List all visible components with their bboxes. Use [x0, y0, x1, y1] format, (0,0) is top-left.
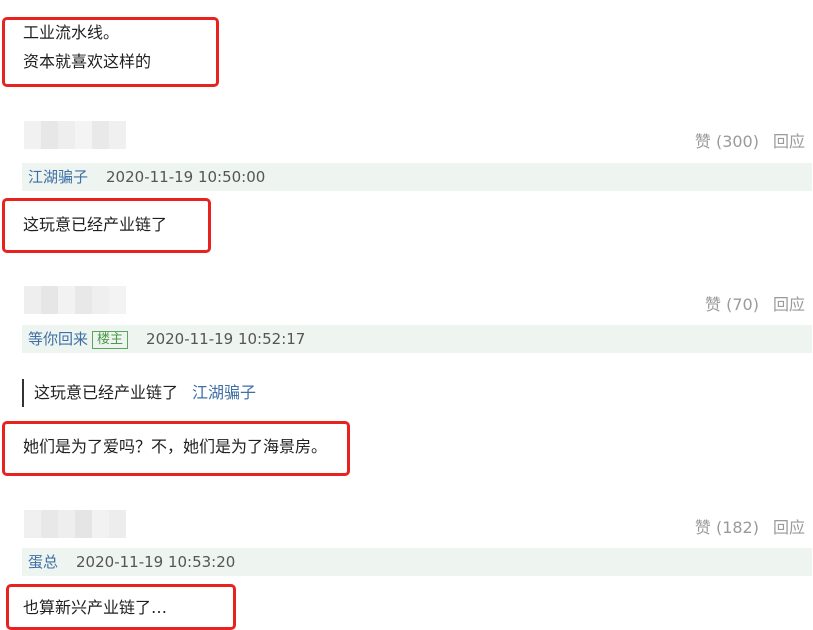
like-button[interactable]: 赞 (300): [695, 132, 759, 151]
quoted-username-link[interactable]: 江湖骗子: [192, 383, 256, 402]
comment-actions: 赞 (70) 回应: [691, 291, 805, 315]
comment-meta-bar: 江湖骗子 2020-11-19 10:50:00: [22, 163, 812, 191]
avatar-blurred: [24, 286, 126, 314]
comment-text-line: 工业流水线。: [23, 23, 120, 42]
comment-meta-bar: 蛋总 2020-11-19 10:53:20: [22, 548, 812, 576]
comment-text: 她们是为了爱吗？不，她们是为了海景房。: [23, 437, 328, 456]
timestamp: 2020-11-19 10:53:20: [76, 553, 236, 571]
quoted-text: 这玩意已经产业链了: [34, 383, 179, 402]
comment-actions: 赞 (300) 回应: [681, 128, 805, 152]
username-link[interactable]: 等你回来: [28, 330, 88, 348]
timestamp: 2020-11-19 10:50:00: [106, 168, 266, 186]
username-link[interactable]: 江湖骗子: [28, 168, 88, 186]
reply-button[interactable]: 回应: [773, 518, 805, 537]
comment-text: 也算新兴产业链了…: [23, 598, 168, 617]
comment-meta-bar: 等你回来 楼主 2020-11-19 10:52:17: [22, 325, 812, 353]
like-button[interactable]: 赞 (182): [695, 518, 759, 537]
op-badge: 楼主: [92, 331, 129, 349]
avatar-blurred: [24, 510, 126, 538]
timestamp: 2020-11-19 10:52:17: [146, 330, 306, 348]
comment-text: 这玩意已经产业链了: [23, 215, 168, 234]
quoted-reply: 这玩意已经产业链了 江湖骗子: [22, 379, 256, 407]
username-link[interactable]: 蛋总: [28, 553, 58, 571]
reply-button[interactable]: 回应: [773, 295, 805, 314]
comment-actions: 赞 (182) 回应: [681, 514, 805, 538]
reply-button[interactable]: 回应: [773, 132, 805, 151]
comment-text-line: 资本就喜欢这样的: [23, 52, 152, 71]
like-button[interactable]: 赞 (70): [705, 295, 759, 314]
avatar-blurred: [24, 121, 126, 149]
